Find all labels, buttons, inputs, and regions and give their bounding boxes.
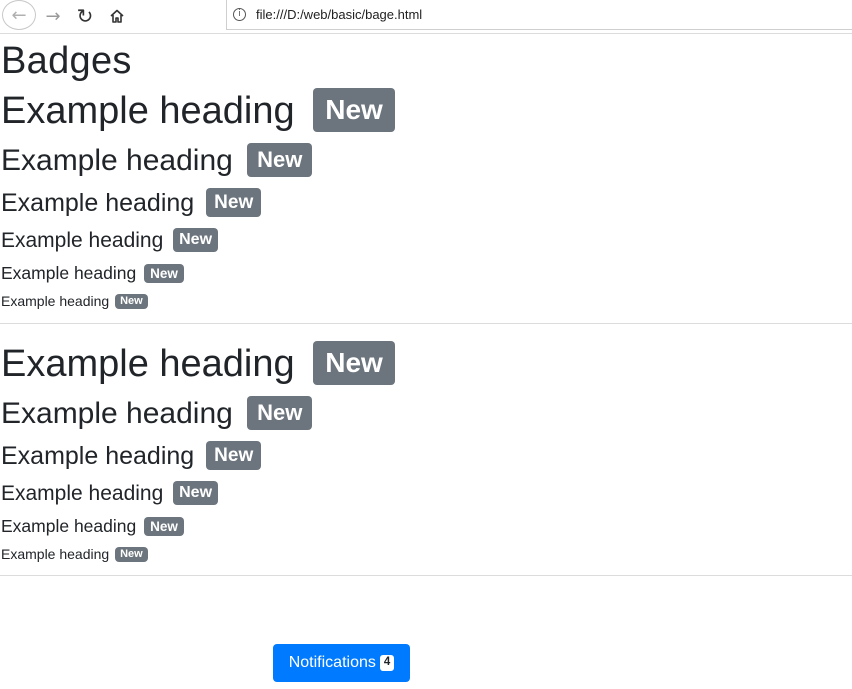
heading-text: Example heading bbox=[1, 293, 110, 310]
heading-h4: Example heading New bbox=[1, 227, 852, 253]
divider bbox=[0, 575, 852, 577]
heading-h3: Example heading New bbox=[1, 187, 852, 219]
heading-h2: Example heading New bbox=[1, 142, 852, 179]
new-badge: New bbox=[144, 516, 184, 537]
address-bar[interactable]: i file:///D:/web/basic/bage.html bbox=[226, 0, 852, 30]
heading-h4: Example heading New bbox=[1, 481, 852, 506]
heading-h5: Example heading New bbox=[1, 516, 852, 537]
heading-text: Example heading bbox=[1, 546, 110, 563]
page-title: Badges bbox=[1, 40, 132, 82]
home-button[interactable] bbox=[102, 2, 132, 30]
heading-text: Example heading bbox=[1, 89, 295, 132]
browser-toolbar: ← → ↻ i file:///D:/web/basic/bage.html bbox=[0, 0, 852, 34]
heading-text: Example heading bbox=[1, 481, 164, 505]
divider bbox=[0, 322, 852, 324]
arrow-left-icon: ← bbox=[11, 4, 27, 26]
heading-text: Example heading bbox=[1, 516, 137, 537]
heading-h5: Example heading New bbox=[1, 263, 852, 284]
heading-section-2: Example heading New Example heading New … bbox=[0, 340, 852, 563]
heading-h3: Example heading New bbox=[1, 440, 852, 472]
reload-icon: ↻ bbox=[76, 4, 94, 28]
new-badge: New bbox=[206, 440, 262, 470]
new-badge: New bbox=[247, 142, 313, 177]
heading-text: Example heading bbox=[1, 228, 164, 252]
new-badge: New bbox=[247, 395, 313, 430]
new-badge: New bbox=[313, 87, 395, 132]
heading-h1: Example heading New bbox=[1, 340, 852, 388]
arrow-right-icon: → bbox=[45, 5, 61, 27]
url-text: file:///D:/web/basic/bage.html bbox=[256, 7, 423, 22]
heading-h6: Example heading New bbox=[1, 546, 852, 563]
heading-text: Example heading bbox=[1, 441, 195, 470]
new-badge: New bbox=[115, 547, 148, 563]
notifications-button[interactable]: Notifications 4 bbox=[273, 644, 410, 682]
heading-text: Example heading bbox=[1, 188, 195, 217]
notifications-label: Notifications bbox=[288, 654, 376, 671]
new-badge: New bbox=[313, 340, 395, 385]
new-badge: New bbox=[206, 187, 262, 217]
reload-button[interactable]: ↻ bbox=[70, 2, 100, 30]
heading-h6: Example heading New bbox=[1, 293, 852, 310]
new-badge: New bbox=[173, 227, 219, 252]
new-badge: New bbox=[173, 481, 219, 506]
heading-h1: Example heading New bbox=[1, 87, 852, 135]
back-button[interactable]: ← bbox=[2, 0, 36, 30]
heading-text: Example heading bbox=[1, 143, 233, 177]
info-icon[interactable]: i bbox=[233, 8, 246, 21]
heading-text: Example heading bbox=[1, 262, 137, 283]
notification-count-badge: 4 bbox=[379, 655, 395, 671]
forward-button[interactable]: → bbox=[38, 2, 68, 30]
heading-text: Example heading bbox=[1, 342, 295, 385]
heading-section-1: Example heading New Example heading New … bbox=[0, 87, 852, 310]
new-badge: New bbox=[144, 263, 184, 284]
new-badge: New bbox=[115, 293, 148, 309]
heading-text: Example heading bbox=[1, 396, 233, 430]
home-icon bbox=[110, 9, 124, 23]
page-content: Badges Example heading New Example headi… bbox=[0, 35, 852, 577]
heading-h2: Example heading New bbox=[1, 395, 852, 432]
